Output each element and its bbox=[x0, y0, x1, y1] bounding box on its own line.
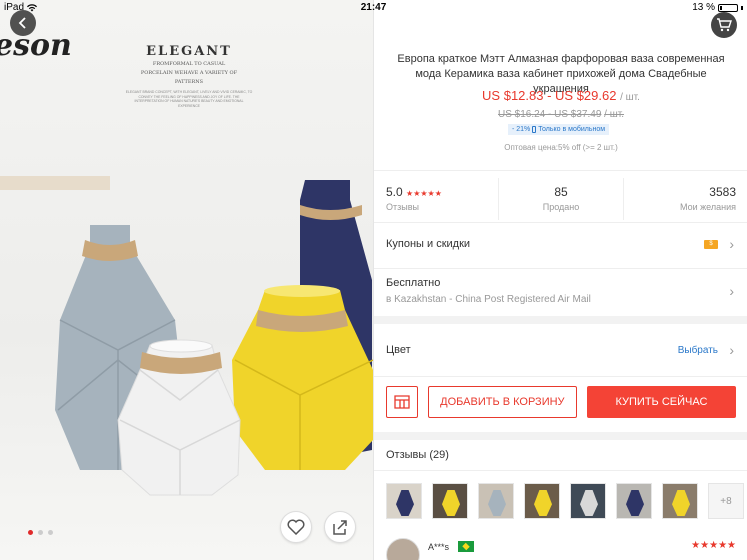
coupons-label: Купоны и скидки bbox=[386, 238, 471, 250]
rating-stat[interactable]: 5.0 ★★★★★ Отзывы bbox=[374, 178, 498, 220]
shipping-label: Бесплатно bbox=[386, 277, 441, 289]
price-unit: / шт. bbox=[620, 92, 640, 103]
heart-icon bbox=[287, 519, 305, 535]
color-label: Цвет bbox=[386, 344, 411, 356]
review-photo-vase bbox=[396, 490, 414, 516]
review-item: A***s ★★★★★ bbox=[386, 536, 736, 560]
chevron-right-icon: › bbox=[729, 342, 734, 358]
wishlist-stat[interactable]: 3583 Мои желания bbox=[623, 178, 747, 220]
discount-percent: - 21% bbox=[512, 126, 531, 133]
battery-percent: 13 % bbox=[692, 2, 715, 13]
old-price: US $16.24 - US $37.49 / шт. bbox=[374, 109, 747, 120]
choose-color-link[interactable]: Выбрать bbox=[678, 345, 718, 356]
review-photo[interactable] bbox=[386, 483, 422, 519]
chevron-right-icon: › bbox=[729, 236, 734, 252]
add-to-cart-button[interactable]: ДОБАВИТЬ В КОРЗИНУ bbox=[427, 386, 577, 418]
gallery-dot[interactable] bbox=[38, 530, 43, 535]
review-photo-vase bbox=[672, 490, 690, 516]
brazil-flag-icon bbox=[458, 541, 474, 552]
status-bar: iPad 21:47 13 % bbox=[0, 0, 747, 14]
buy-now-button[interactable]: КУПИТЬ СЕЙЧАС bbox=[586, 386, 736, 418]
coupon-tag-icon: $ bbox=[704, 240, 718, 249]
reviewer-name: A***s bbox=[428, 542, 450, 552]
review-photo[interactable] bbox=[524, 483, 560, 519]
wishlist-label: Мои желания bbox=[680, 202, 736, 212]
chevron-right-icon: › bbox=[729, 283, 734, 299]
old-price-range: US $16.24 - US $37.49 bbox=[497, 109, 602, 120]
shipping-method: в Kazakhstan - China Post Registered Air… bbox=[386, 294, 591, 305]
review-photo[interactable] bbox=[478, 483, 514, 519]
share-button[interactable] bbox=[324, 511, 356, 543]
avatar bbox=[386, 538, 420, 560]
reviews-title[interactable]: Отзывы (29) bbox=[386, 449, 449, 461]
favorite-button[interactable] bbox=[280, 511, 312, 543]
chevron-left-icon bbox=[18, 17, 26, 29]
vases-illustration bbox=[55, 180, 373, 496]
review-photo[interactable] bbox=[432, 483, 468, 519]
clock: 21:47 bbox=[360, 2, 387, 13]
mobile-only-label: Только в мобильном bbox=[538, 126, 606, 133]
coupons-row[interactable]: Купоны и скидки $ › bbox=[374, 224, 747, 268]
shopping-cart-icon bbox=[717, 18, 732, 32]
price-range: US $12.83 - US $29.62 bbox=[482, 88, 617, 103]
product-image-gallery[interactable]: eson ELEGANT FROMFORMAL TO CASUAL PORCEL… bbox=[0, 0, 373, 560]
rating-label: Отзывы bbox=[386, 202, 419, 212]
product-details-panel: Европа краткое Мэтт Алмазная фарфоровая … bbox=[373, 0, 747, 560]
shipping-row[interactable]: Бесплатно в Kazakhstan - China Post Regi… bbox=[374, 270, 747, 316]
review-photo-vase bbox=[534, 490, 552, 516]
review-stars: ★★★★★ bbox=[691, 540, 736, 551]
price: US $12.83 - US $29.62 / шт. bbox=[374, 88, 747, 103]
review-photos: +8 bbox=[386, 483, 744, 519]
sold-stat: 85 Продано bbox=[498, 178, 623, 220]
phone-icon bbox=[532, 126, 537, 133]
mobile-discount-badge: - 21% Только в мобильном bbox=[508, 124, 610, 135]
wishlist-value: 3583 bbox=[709, 185, 736, 199]
sold-value: 85 bbox=[554, 185, 568, 199]
old-price-unit: / шт. bbox=[604, 109, 625, 120]
more-photos-button[interactable]: +8 bbox=[708, 483, 744, 519]
cart-button[interactable] bbox=[711, 12, 737, 38]
action-bar: ДОБАВИТЬ В КОРЗИНУ КУПИТЬ СЕЙЧАС bbox=[386, 386, 736, 420]
share-icon bbox=[333, 520, 347, 535]
rating-value: 5.0 bbox=[386, 185, 403, 199]
sold-label: Продано bbox=[542, 202, 580, 212]
review-photo-vase bbox=[580, 490, 598, 516]
gallery-pagination bbox=[28, 530, 53, 535]
review-photo-vase bbox=[626, 490, 644, 516]
review-photo[interactable] bbox=[570, 483, 606, 519]
rating-stars: ★★★★★ bbox=[406, 189, 442, 198]
gallery-dot[interactable] bbox=[48, 530, 53, 535]
color-row[interactable]: Цвет Выбрать › bbox=[374, 324, 747, 376]
gallery-dot[interactable] bbox=[28, 530, 33, 535]
review-photo[interactable] bbox=[662, 483, 698, 519]
product-stats: 5.0 ★★★★★ Отзывы 85 Продано 3583 Мои жел… bbox=[374, 178, 747, 220]
wholesale-price: Оптовая цена:5% off (>= 2 шт.) bbox=[504, 143, 618, 152]
review-photo[interactable] bbox=[616, 483, 652, 519]
store-button[interactable] bbox=[386, 386, 418, 418]
review-photo-vase bbox=[488, 490, 506, 516]
battery-icon bbox=[718, 3, 738, 12]
review-photo-vase bbox=[442, 490, 460, 516]
store-icon bbox=[394, 395, 410, 409]
